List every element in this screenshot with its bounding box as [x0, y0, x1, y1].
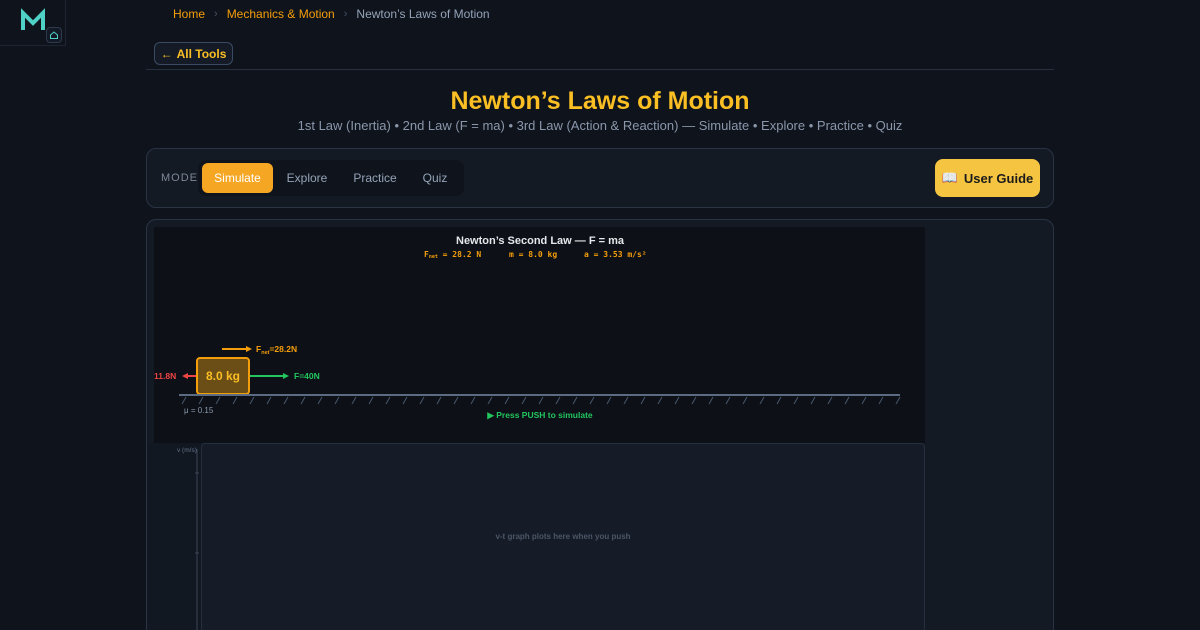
ground-hatch: [368, 396, 374, 405]
ground-hatch: [232, 396, 238, 405]
ground-hatch: [861, 396, 867, 405]
ground-hatch: [589, 396, 595, 405]
tab-simulate[interactable]: Simulate: [202, 163, 273, 193]
ground-hatch: [555, 396, 561, 405]
mass-block[interactable]: 8.0 kg: [196, 357, 250, 395]
friction-force-arrow: [182, 373, 196, 379]
simulation-canvas[interactable]: Newton’s Second Law — F = ma Fnet = 28.2…: [154, 227, 925, 443]
ground-hatch: [657, 396, 663, 405]
ground-hatch: [317, 396, 323, 405]
breadcrumb-section-link[interactable]: Mechanics & Motion: [227, 7, 335, 21]
ground-hatch: [215, 396, 221, 405]
friction-force-label: 11.8N: [154, 371, 176, 381]
ground-hatch: [283, 396, 289, 405]
vt-graph-ylabel: v (m/s): [177, 447, 197, 454]
ground-hatch: [198, 396, 204, 405]
ground-hatch: [691, 396, 697, 405]
ground-hatch: [674, 396, 680, 405]
page-title: Newton’s Laws of Motion: [450, 87, 750, 115]
ground-hatch: [708, 396, 714, 405]
book-icon: 📖: [941, 170, 958, 185]
breadcrumb-home-link[interactable]: Home: [173, 7, 205, 21]
breadcrumb-separator: ›: [214, 8, 218, 20]
ground-hatch: [470, 396, 476, 405]
ground-hatch: [606, 396, 612, 405]
friction-coefficient-label: μ = 0.15: [184, 406, 214, 415]
ground-hatch: [538, 396, 544, 405]
ground-hatch: [385, 396, 391, 405]
mass-block-label: 8.0 kg: [206, 369, 240, 383]
ground-hatch: [759, 396, 765, 405]
net-force-arrow: [222, 346, 252, 352]
ground-hatch: [521, 396, 527, 405]
sim-title: Newton’s Second Law — F = ma: [456, 235, 625, 247]
ground-hatch: [249, 396, 255, 405]
ground-hatch: [742, 396, 748, 405]
ground-hatch: [436, 396, 442, 405]
ground-hatch: [793, 396, 799, 405]
ground-hatch: [776, 396, 782, 405]
readout-accel: a = 3.53 m/s²: [584, 250, 647, 259]
breadcrumb-current: Newton’s Laws of Motion: [356, 7, 490, 21]
ground-hatch: [640, 396, 646, 405]
ground-hatch: [844, 396, 850, 405]
tab-quiz[interactable]: Quiz: [410, 163, 460, 193]
ground-hatch: [300, 396, 306, 405]
ground-hatch: [623, 396, 629, 405]
divider: [146, 69, 1054, 70]
vt-graph-plot: v-t graph plots here when you push: [201, 443, 925, 630]
vt-graph-placeholder: v-t graph plots here when you push: [495, 532, 631, 541]
tab-explore[interactable]: Explore: [274, 163, 340, 193]
breadcrumb-separator: ›: [343, 8, 348, 20]
ground-hatch: [827, 396, 833, 405]
ground-hatch: [504, 396, 510, 405]
ground-hatch: [725, 396, 731, 405]
mode-label: MODE: [161, 172, 198, 184]
app-rail: [0, 0, 66, 46]
ground-hatch: [453, 396, 459, 405]
ground-hatch: [572, 396, 578, 405]
page-subtitle: 1st Law (Inertia) • 2nd Law (F = ma) • 3…: [297, 118, 903, 133]
ground-hatch: [419, 396, 425, 405]
tab-practice[interactable]: Practice: [341, 163, 409, 193]
user-guide-label: User Guide: [963, 170, 1034, 186]
ground-hatch: [402, 396, 408, 405]
vt-graph-area: v (m/s) v-t graph plots here when you pu…: [147, 443, 925, 630]
applied-force-label: F=40N: [294, 371, 320, 381]
all-tools-button[interactable]: ← All Tools: [154, 42, 233, 65]
breadcrumb: Home › Mechanics & Motion › Newton’s Law…: [173, 6, 490, 22]
applied-force-arrow: [250, 373, 289, 379]
ground-hatch: [487, 396, 493, 405]
home-icon[interactable]: [46, 27, 62, 43]
back-arrow-icon: ←: [160, 46, 173, 61]
user-guide-button[interactable]: 📖 User Guide: [935, 159, 1040, 197]
simulation-panel: Newton’s Second Law — F = ma Fnet = 28.2…: [146, 219, 1054, 630]
ground-hatch: [266, 396, 272, 405]
ground-hatch: [351, 396, 357, 405]
ground-hatch: [810, 396, 816, 405]
ground-surface: [179, 394, 901, 405]
ground-hatch: [181, 396, 187, 405]
mode-panel: MODE Simulate Explore Practice Quiz 📖 Us…: [146, 148, 1054, 208]
ground-hatch: [895, 396, 901, 405]
ground-hatch: [878, 396, 884, 405]
readout-fnet: Fnet = 28.2 N: [424, 250, 481, 260]
net-force-label: Fnet=28.2N: [256, 344, 297, 356]
mode-tabs: Simulate Explore Practice Quiz: [198, 160, 464, 196]
app-logo-icon[interactable]: [20, 8, 46, 34]
all-tools-label: All Tools: [176, 46, 227, 61]
push-hint: ▶ Press PUSH to simulate: [486, 410, 593, 420]
ground-hatch: [334, 396, 340, 405]
readout-mass: m = 8.0 kg: [509, 250, 557, 259]
